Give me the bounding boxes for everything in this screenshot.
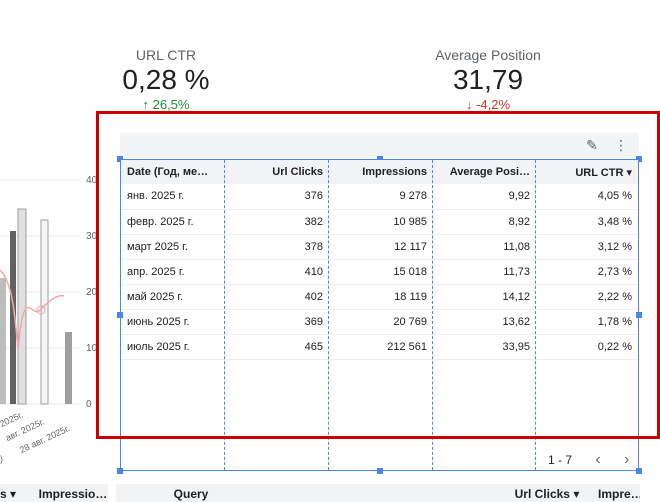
scorecard-value: 0,28 % <box>122 64 210 95</box>
data-table: Date (Год, ме… Url Clicks Impressions Av… <box>121 160 638 360</box>
table-cell: май 2025 г. <box>121 284 225 310</box>
scorecard-url-ctr[interactable]: URL CTR 0,28 % ↑ 26,5% <box>106 47 226 112</box>
table-row[interactable]: май 2025 г. 402 18 119 14,12 2,22 % <box>121 284 638 310</box>
table-cell: 11,73 <box>433 259 536 285</box>
table-cell: 33,95 <box>433 334 536 360</box>
table-cell: 402 <box>225 284 329 310</box>
table-cell: 18 119 <box>329 284 433 310</box>
table-row[interactable]: июль 2025 г. 465 212 561 33,95 0,22 % <box>121 334 638 360</box>
table-row[interactable]: июнь 2025 г. 369 20 769 13,62 1,78 % <box>121 309 638 335</box>
sort-desc-icon: ▾ <box>626 166 632 179</box>
table-cell: 11,08 <box>433 234 536 260</box>
table-cell: 3,48 % <box>536 209 638 235</box>
table-cell: 15 018 <box>329 259 433 285</box>
table-widget[interactable]: ✎ ⋮ Date (Год, ме… Url Clicks Impression… <box>117 133 642 474</box>
column-header-url-clicks[interactable]: Url Clicks ▾ <box>269 487 580 501</box>
table-cell: 10 985 <box>329 209 433 235</box>
table-cell: янв. 2025 г. <box>121 184 225 210</box>
table-cell: 378 <box>225 234 329 260</box>
table-cell: 410 <box>225 259 329 285</box>
table-cell: 8,92 <box>433 209 536 235</box>
resize-handle[interactable] <box>636 468 642 474</box>
table-header-row: Date (Год, ме… Url Clicks Impressions Av… <box>121 160 638 184</box>
bottom-right-table-header: Query Url Clicks ▾ Impre… <box>116 484 640 502</box>
table-row[interactable]: март 2025 г. 378 12 117 11,08 3,12 % <box>121 234 638 260</box>
column-divider <box>224 160 225 470</box>
chart-bar[interactable] <box>65 332 72 404</box>
table-cell: 3,12 % <box>536 234 638 260</box>
resize-handle[interactable] <box>117 468 123 474</box>
table-cell: 12 117 <box>329 234 433 260</box>
more-options-icon[interactable]: ⋮ <box>614 137 628 154</box>
table-cell: апр. 2025 г. <box>121 259 225 285</box>
table-cell: 9 278 <box>329 184 433 210</box>
x-tick: ) <box>0 454 3 464</box>
table-cell: февр. 2025 г. <box>121 209 225 235</box>
table-row[interactable]: февр. 2025 г. 382 10 985 8,92 3,48 % <box>121 209 638 235</box>
table-cell: 20 769 <box>329 309 433 335</box>
scorecard-value: 31,79 <box>452 64 524 95</box>
table-cell: 0,22 % <box>536 334 638 360</box>
table-cell: 369 <box>225 309 329 335</box>
table-cell: 465 <box>225 334 329 360</box>
scorecard-delta: ↓ -4,2% <box>465 97 511 112</box>
column-divider <box>432 160 433 470</box>
scorecard-label: Average Position <box>435 47 541 63</box>
combo-chart-fragment[interactable] <box>0 170 100 410</box>
resize-handle[interactable] <box>377 468 383 474</box>
column-divider <box>535 160 536 470</box>
chevron-left-icon[interactable]: ‹ <box>595 451 600 469</box>
table-cell: 1,78 % <box>536 309 638 335</box>
chart-line <box>0 269 65 351</box>
table-cell: 2,22 % <box>536 284 638 310</box>
y-tick: 20 <box>86 287 98 298</box>
table-cell: 212 561 <box>329 334 433 360</box>
table-cell: 2,73 % <box>536 259 638 285</box>
table-cell: 14,12 <box>433 284 536 310</box>
chart-bar[interactable] <box>0 278 6 404</box>
y-tick: 10 <box>86 343 98 354</box>
y-tick: 40 <box>86 175 98 186</box>
table-cell: 9,92 <box>433 184 536 210</box>
column-header-query[interactable]: Query <box>116 487 266 501</box>
chevron-right-icon[interactable]: › <box>624 451 629 469</box>
table-cell: март 2025 г. <box>121 234 225 260</box>
column-divider <box>328 160 329 470</box>
column-header-label: URL CTR <box>575 166 624 179</box>
table-cell: 382 <box>225 209 329 235</box>
column-header-url-clicks[interactable]: Url Clicks <box>225 160 329 184</box>
column-header-url-ctr[interactable]: URL CTR ▾ <box>536 160 638 184</box>
table-cell: июль 2025 г. <box>121 334 225 360</box>
column-header[interactable]: s ▾ <box>0 487 30 501</box>
widget-toolbar: ✎ ⋮ <box>120 133 639 157</box>
column-header-impressions[interactable]: Impre… <box>583 487 640 501</box>
table-cell: 13,62 <box>433 309 536 335</box>
edit-icon[interactable]: ✎ <box>586 137 598 154</box>
y-tick: 30 <box>86 231 98 242</box>
chart-bar[interactable] <box>17 208 27 405</box>
table-cell: июнь 2025 г. <box>121 309 225 335</box>
x-axis-labels: 2025г. авг. 2025г. 28 авг. 2025г. ) <box>0 404 90 474</box>
column-header[interactable]: Impressio… <box>33 487 108 501</box>
table-row[interactable]: янв. 2025 г. 376 9 278 9,92 4,05 % <box>121 184 638 210</box>
table-cell: 4,05 % <box>536 184 638 210</box>
table-cell: 376 <box>225 184 329 210</box>
column-header-date[interactable]: Date (Год, ме… <box>121 160 225 184</box>
scorecard-label: URL CTR <box>135 47 197 63</box>
scorecard-average-position[interactable]: Average Position 31,79 ↓ -4,2% <box>418 47 558 112</box>
pagination: 1 - 7 ‹ › <box>548 451 629 469</box>
column-header-average-position[interactable]: Average Posi… <box>433 160 536 184</box>
pagination-range: 1 - 7 <box>548 453 573 467</box>
table-row[interactable]: апр. 2025 г. 410 15 018 11,73 2,73 % <box>121 259 638 285</box>
bottom-left-table-header: s ▾ Impressio… <box>0 484 108 502</box>
scorecard-delta: ↑ 26,5% <box>142 97 190 112</box>
column-header-impressions[interactable]: Impressions <box>329 160 433 184</box>
